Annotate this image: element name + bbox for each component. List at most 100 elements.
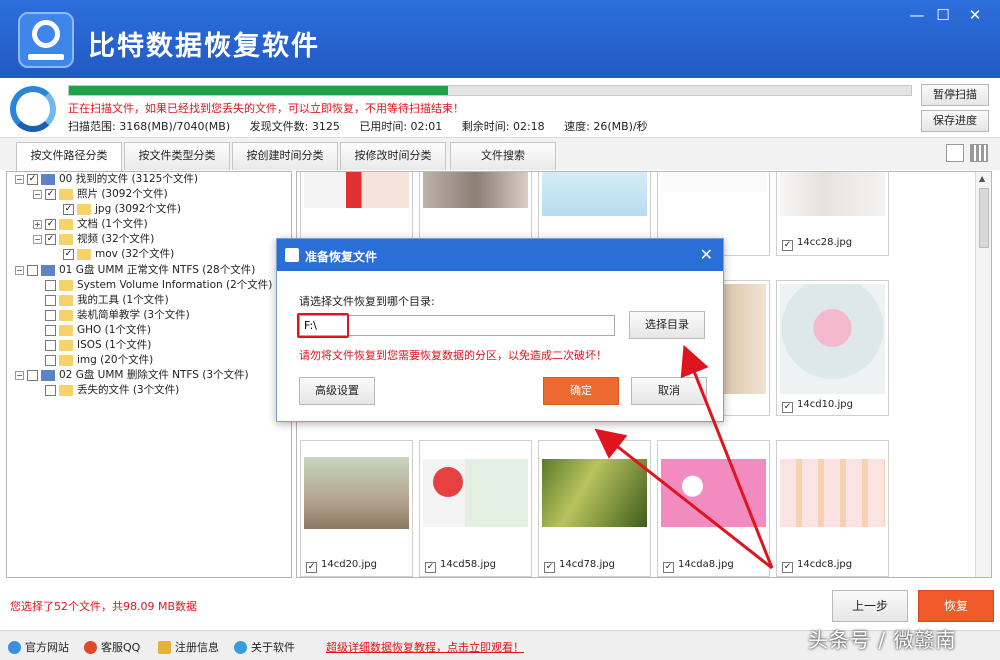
tree-item-label: System Volume Information (2个文件)	[77, 278, 272, 293]
thumbnail-checkbox[interactable]: ✓	[306, 562, 317, 573]
tree-item[interactable]: ✓mov (32个文件)	[7, 247, 291, 262]
thumbnail-filename: 14cd78.jpg	[559, 559, 615, 570]
tab-by-create-time[interactable]: 按创建时间分类	[232, 142, 338, 170]
tree-expander-icon[interactable]: +	[33, 220, 42, 229]
tree-checkbox[interactable]	[45, 340, 56, 351]
tree-checkbox[interactable]: ✓	[45, 189, 56, 200]
thumbnail-image	[423, 459, 528, 527]
close-icon[interactable]: ✕	[962, 4, 988, 26]
thumbnail-image	[542, 459, 647, 527]
tree-checkbox[interactable]	[45, 280, 56, 291]
grid-view-icon[interactable]	[970, 144, 988, 162]
thumbnail-image	[542, 172, 647, 216]
tree-checkbox[interactable]: ✓	[63, 249, 74, 260]
tree-item[interactable]: −✓00 找到的文件 (3125个文件)	[7, 172, 291, 187]
support-qq-link[interactable]: 客服QQ	[84, 639, 140, 655]
tree-checkbox[interactable]: ✓	[45, 219, 56, 230]
maximize-icon[interactable]: ☐	[930, 4, 956, 26]
tree-item[interactable]: 丢失的文件 (3个文件)	[7, 383, 291, 398]
tree-item[interactable]: ✓jpg (3092个文件)	[7, 202, 291, 217]
confirm-button[interactable]: 确定	[543, 377, 619, 405]
tree-item[interactable]: GHO (1个文件)	[7, 323, 291, 338]
folder-icon	[59, 295, 73, 306]
official-site-link[interactable]: 官方网站	[8, 639, 69, 655]
scan-stats: 扫描范围: 3168(MB)/7040(MB) 发现文件数: 3125 已用时间…	[68, 118, 664, 134]
qq-icon	[84, 641, 97, 654]
tree-item[interactable]: +✓ 文档 (1个文件)	[7, 217, 291, 232]
tree-item[interactable]: −✓视频 (32个文件)	[7, 232, 291, 247]
browse-directory-button[interactable]: 选择目录	[629, 311, 705, 339]
tree-item[interactable]: −✓照片 (3092个文件)	[7, 187, 291, 202]
tree-checkbox[interactable]: ✓	[27, 174, 38, 185]
tree-checkbox[interactable]	[45, 310, 56, 321]
thumbnail-filename: 14cd20.jpg	[321, 559, 377, 570]
tree-checkbox[interactable]	[45, 385, 56, 396]
recover-button[interactable]: 恢复	[918, 590, 994, 622]
thumbnail-checkbox[interactable]: ✓	[663, 562, 674, 573]
tree-item[interactable]: img (20个文件)	[7, 353, 291, 368]
pause-scan-button[interactable]: 暂停扫描	[921, 84, 989, 106]
previous-step-button[interactable]: 上一步	[832, 590, 908, 622]
scroll-up-icon[interactable]: ▲	[979, 174, 985, 183]
tree-checkbox[interactable]	[27, 265, 38, 276]
scroll-thumb[interactable]	[979, 188, 989, 248]
thumbnail-checkbox[interactable]: ✓	[782, 562, 793, 573]
tree-expander-icon[interactable]: −	[33, 235, 42, 244]
tree-item[interactable]: 装机简单教学 (3个文件)	[7, 308, 291, 323]
tree-expander-icon[interactable]: −	[15, 371, 24, 380]
thumbnail-checkbox[interactable]: ✓	[425, 562, 436, 573]
tree-item-label: 02 G盘 UMM 删除文件 NTFS (3个文件)	[59, 368, 249, 383]
thumbnail-card[interactable]: ✓14cda8.jpg	[657, 440, 770, 577]
tree-item[interactable]: 我的工具 (1个文件)	[7, 293, 291, 308]
tab-by-type[interactable]: 按文件类型分类	[124, 142, 230, 170]
tree-expander-icon[interactable]: −	[15, 266, 24, 275]
tree-item[interactable]: − 01 G盘 UMM 正常文件 NTFS (28个文件)	[7, 263, 291, 278]
tab-file-search[interactable]: 文件搜索	[450, 142, 556, 170]
thumbnail-checkbox[interactable]: ✓	[544, 562, 555, 573]
minimize-icon[interactable]: —	[904, 4, 930, 26]
tree-checkbox[interactable]	[45, 325, 56, 336]
thumbnail-checkbox[interactable]: ✓	[782, 240, 793, 251]
thumbnail-checkbox[interactable]: ✓	[782, 402, 793, 413]
thumbnail-caption: ✓ 14cd20.jpg	[306, 559, 377, 573]
scan-message: 正在扫描文件，如果已经找到您丢失的文件，可以立即恢复，不用等待扫描结束！	[68, 100, 464, 116]
about-link[interactable]: 关于软件	[234, 639, 295, 655]
tab-by-path[interactable]: 按文件路径分类	[16, 142, 122, 171]
cancel-button[interactable]: 取消	[631, 377, 707, 405]
thumbnail-card[interactable]: ✓ 14cd20.jpg	[300, 440, 413, 577]
tree-checkbox[interactable]: ✓	[45, 234, 56, 245]
tree-item-label: 文档 (1个文件)	[77, 217, 148, 232]
tree-expander-icon[interactable]: −	[15, 175, 24, 184]
tab-by-modify-time[interactable]: 按修改时间分类	[340, 142, 446, 170]
register-info-link[interactable]: 注册信息	[158, 639, 219, 655]
tree-expander-icon[interactable]: −	[33, 190, 42, 199]
thumbnail-caption: ✓ 14cd78.jpg	[544, 559, 615, 573]
thumbnail-image	[780, 172, 885, 216]
scan-progress-fill	[69, 86, 448, 95]
tree-checkbox[interactable]: ✓	[63, 204, 74, 215]
thumbnail-image	[780, 284, 885, 394]
advanced-settings-button[interactable]: 高级设置	[299, 377, 375, 405]
tree-checkbox[interactable]	[45, 355, 56, 366]
thumbnail-card[interactable]: ✓ 14cd78.jpg	[538, 440, 651, 577]
tree-item[interactable]: System Volume Information (2个文件)	[7, 278, 291, 293]
tree-item-label: 01 G盘 UMM 正常文件 NTFS (28个文件)	[59, 263, 255, 278]
register-info-label: 注册信息	[175, 641, 219, 654]
tutorial-promo-link[interactable]: 超级详细数据恢复教程，点击立即观看！	[326, 639, 524, 655]
thumbnail-card[interactable]: ✓ 14cc28.jpg	[776, 171, 889, 256]
folder-icon	[59, 234, 73, 245]
thumbnail-card[interactable]: ✓14cd10.jpg	[776, 280, 889, 416]
grid-scrollbar[interactable]: ▲	[975, 172, 991, 577]
tree-checkbox[interactable]	[27, 370, 38, 381]
tree-item[interactable]: ISOS (1个文件)	[7, 338, 291, 353]
tree-item[interactable]: − 02 G盘 UMM 删除文件 NTFS (3个文件)	[7, 368, 291, 383]
tree-item-label: 装机简单教学 (3个文件)	[77, 308, 190, 323]
thumbnail-card[interactable]: ✓14cd58.jpg	[419, 440, 532, 577]
dialog-close-icon[interactable]: ✕	[700, 245, 713, 264]
tree-checkbox[interactable]	[45, 295, 56, 306]
thumbnail-card[interactable]: ✓14cdc8.jpg	[776, 440, 889, 577]
save-progress-button[interactable]: 保存进度	[921, 110, 989, 132]
folder-icon	[59, 280, 73, 291]
thumbnail-filename: 14cc28.jpg	[797, 237, 852, 248]
list-view-icon[interactable]	[946, 144, 964, 162]
